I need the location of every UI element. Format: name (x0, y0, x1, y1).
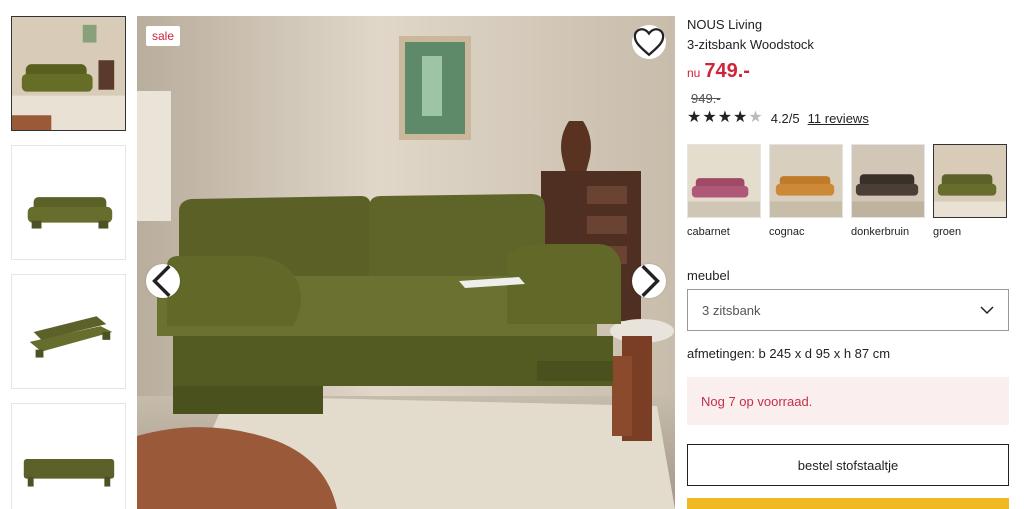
next-image-button[interactable] (632, 264, 666, 298)
stock-notice: Nog 7 op voorraad. (687, 377, 1009, 425)
dimensions-text: afmetingen: b 245 x d 95 x h 87 cm (687, 346, 891, 361)
furniture-select-value: 3 zitsbank (702, 302, 761, 318)
star-rating: ★ ★ ★ ★ ★ (687, 110, 763, 126)
product-title: 3-zitsbank Woodstock (687, 37, 814, 52)
reviews-link[interactable]: 11 reviews (808, 111, 869, 126)
current-price: 749.- (704, 60, 750, 82)
heart-icon (633, 28, 665, 57)
favorite-button[interactable] (632, 25, 666, 59)
star-icon: ★ (687, 109, 702, 126)
color-swatch-donkerbruin[interactable]: donkerbruin (851, 144, 925, 238)
color-swatch-cabarnet[interactable]: cabarnet (687, 144, 761, 238)
swatch-image (688, 145, 760, 217)
thumbnail-room[interactable] (11, 16, 126, 131)
color-swatches: cabarnet cognac donkerbruin groen (687, 144, 1009, 238)
previous-image-button[interactable] (146, 264, 180, 298)
brand-name[interactable]: NOUS Living (687, 16, 1009, 34)
swatch-label: cognac (769, 226, 805, 238)
thumbnail-angle[interactable] (11, 274, 126, 389)
product-info-panel: NOUS Living 3-zitsbank Woodstock nu 749.… (687, 16, 1009, 486)
star-icon: ★ (702, 109, 717, 126)
price-row: nu 749.- (687, 60, 1009, 83)
swatch-image (852, 145, 924, 217)
swatch-image (934, 145, 1006, 217)
main-product-image: sale (137, 16, 675, 509)
rating-row: ★ ★ ★ ★ ★ 4.2/5 11 reviews (687, 110, 1009, 126)
furniture-label: meubel (687, 268, 730, 283)
original-price: 949.- (691, 91, 721, 106)
furniture-select[interactable]: 3 zitsbank (687, 289, 1009, 331)
rating-value: 4.2/5 (770, 110, 800, 126)
color-swatch-cognac[interactable]: cognac (769, 144, 843, 238)
star-empty-icon: ★ (748, 109, 763, 126)
swatch-label: groen (933, 226, 962, 238)
swatch-image (770, 145, 842, 217)
color-swatch-groen[interactable]: groen (933, 144, 1007, 238)
chevron-right-icon (641, 264, 660, 298)
price-prefix: nu (687, 66, 701, 80)
order-fabric-sample-button[interactable]: bestel stofstaaltje (687, 444, 1009, 486)
sale-badge: sale (146, 26, 181, 46)
add-to-cart-button[interactable] (687, 498, 1009, 509)
sofa-scene-image (137, 16, 675, 509)
thumbnail-back[interactable] (11, 403, 126, 509)
swatch-label: donkerbruin (851, 226, 910, 238)
thumbnail-front[interactable] (11, 145, 126, 260)
chevron-left-icon (152, 264, 171, 298)
star-icon: ★ (717, 109, 733, 126)
star-icon: ★ (733, 109, 748, 126)
chevron-down-icon (980, 305, 994, 314)
swatch-label: cabarnet (687, 226, 730, 238)
